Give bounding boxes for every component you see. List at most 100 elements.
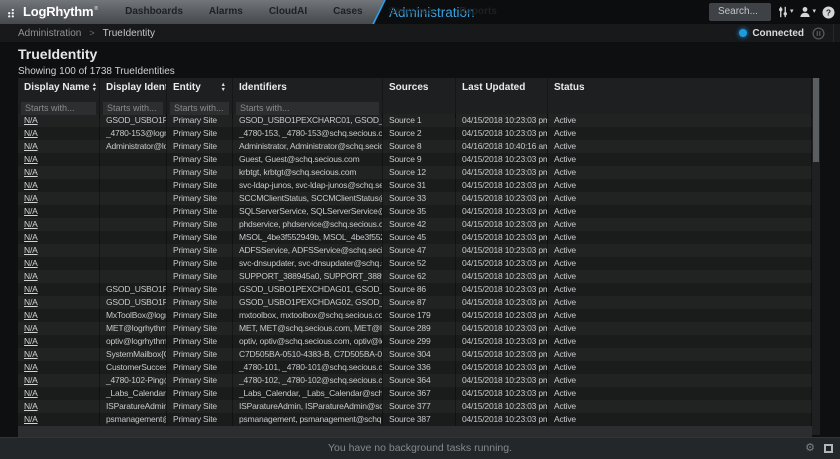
- table-row[interactable]: N/APrimary SiteMSOL_4be3f552949b, MSOL_4…: [18, 231, 812, 244]
- menu-item-searches[interactable]: Searches: [376, 0, 446, 24]
- cell-display-name[interactable]: N/A: [18, 205, 100, 218]
- cell-display-name[interactable]: N/A: [18, 322, 100, 335]
- menu-item-reports[interactable]: Reports: [446, 0, 510, 24]
- menu-item-cases[interactable]: Cases: [320, 0, 375, 24]
- column-header-display-identi[interactable]: Display Identi...▲▼: [100, 78, 167, 97]
- filter-input-display-identi[interactable]: [103, 102, 163, 115]
- main-menu: Dashboards Alarms CloudAI Cases Searches…: [112, 0, 510, 24]
- cell-display-name[interactable]: N/A: [18, 348, 100, 361]
- cell-sources: Source 179: [383, 309, 456, 322]
- table-row[interactable]: N/APrimary Sitesvc-dnsupdater, svc-dnsup…: [18, 257, 812, 270]
- column-header-entity[interactable]: Entity▲▼: [167, 78, 233, 97]
- cell-display-name[interactable]: N/A: [18, 140, 100, 153]
- cell-entity: Primary Site: [167, 218, 233, 231]
- cell-display-name[interactable]: N/A: [18, 231, 100, 244]
- table-row[interactable]: N/A_4780-153@logrh...Primary Site_4780-1…: [18, 127, 812, 140]
- cell-display-name[interactable]: N/A: [18, 374, 100, 387]
- logrhythm-logo[interactable]: LogRhythm ®: [7, 0, 98, 24]
- horizontal-scrollbar[interactable]: [18, 426, 812, 437]
- cell-identifiers: C7D505BA-0510-4383-B, C7D505BA-0510-4...: [233, 348, 383, 361]
- cell-sources: Source 387: [383, 413, 456, 426]
- help-icon[interactable]: ?: [822, 6, 835, 19]
- cell-status: Active: [548, 348, 812, 361]
- cell-identifiers: _4780-102, _4780-102@schq.secious.com, _…: [233, 374, 383, 387]
- menu-item-cloudai[interactable]: CloudAI: [256, 0, 320, 24]
- cell-status: Active: [548, 413, 812, 426]
- menu-item-dashboards[interactable]: Dashboards: [112, 0, 196, 24]
- cell-display-name[interactable]: N/A: [18, 192, 100, 205]
- cell-entity: Primary Site: [167, 244, 233, 257]
- table-row[interactable]: N/A_Labs_Calendar@...Primary Site_Labs_C…: [18, 387, 812, 400]
- cell-display-name[interactable]: N/A: [18, 309, 100, 322]
- table-row[interactable]: N/AGSOD_USBO1PEX...Primary SiteGSOD_USBO…: [18, 283, 812, 296]
- table-row[interactable]: N/APrimary Sitesvc-ldap-junos, svc-ldap-…: [18, 179, 812, 192]
- cell-display-name[interactable]: N/A: [18, 283, 100, 296]
- filter-input-entity[interactable]: [170, 102, 229, 115]
- table-row[interactable]: N/Apsmanagement@...Primary Sitepsmanagem…: [18, 413, 812, 426]
- table-row[interactable]: N/ASystemMailbox{C...Primary SiteC7D505B…: [18, 348, 812, 361]
- preferences-menu[interactable]: ▾: [777, 6, 794, 18]
- table-row[interactable]: N/APrimary SiteGuest, Guest@schq.secious…: [18, 153, 812, 166]
- cell-identifiers: SCCMClientStatus, SCCMClientStatus@schq.…: [233, 192, 383, 205]
- vertical-scrollbar[interactable]: [812, 78, 820, 435]
- filter-input-identifiers[interactable]: [236, 102, 379, 115]
- table-row[interactable]: N/AISParatureAdmin...Primary SiteISParat…: [18, 400, 812, 413]
- table-row[interactable]: N/APrimary SiteSCCMClientStatus, SCCMCli…: [18, 192, 812, 205]
- cell-display-identity: [100, 257, 167, 270]
- sort-arrows-icon[interactable]: ▲▼: [92, 83, 97, 92]
- table-row[interactable]: N/APrimary SiteADFSService, ADFSService@…: [18, 244, 812, 257]
- cell-display-name[interactable]: N/A: [18, 361, 100, 374]
- cell-entity: Primary Site: [167, 166, 233, 179]
- table-row[interactable]: N/AAdministrator@lo...Primary SiteAdmini…: [18, 140, 812, 153]
- cell-status: Active: [548, 192, 812, 205]
- table-row[interactable]: N/APrimary SiteSQLServerService, SQLServ…: [18, 205, 812, 218]
- cell-display-name[interactable]: N/A: [18, 179, 100, 192]
- table-row[interactable]: N/AGSOD_USBO1PEX...Primary SiteGSOD_USBO…: [18, 296, 812, 309]
- cell-sources: Source 304: [383, 348, 456, 361]
- gear-icon[interactable]: ⚙: [805, 443, 815, 454]
- cell-display-name[interactable]: N/A: [18, 335, 100, 348]
- cell-display-name[interactable]: N/A: [18, 127, 100, 140]
- cell-sources: Source 31: [383, 179, 456, 192]
- table-row[interactable]: N/Aoptiv@logrhythm...Primary Siteoptiv, …: [18, 335, 812, 348]
- table-row[interactable]: N/APrimary SiteSUPPORT_388945a0, SUPPORT…: [18, 270, 812, 283]
- cell-display-name[interactable]: N/A: [18, 413, 100, 426]
- cell-display-name[interactable]: N/A: [18, 387, 100, 400]
- cell-display-name[interactable]: N/A: [18, 296, 100, 309]
- table-row[interactable]: N/ACustomerSuccess...Primary Site_4780-1…: [18, 361, 812, 374]
- filter-input-display-name[interactable]: [21, 102, 96, 115]
- cell-last-updated: 04/15/2018 10:23:03 pm: [456, 270, 548, 283]
- cell-display-name[interactable]: N/A: [18, 244, 100, 257]
- breadcrumb-administration[interactable]: Administration: [18, 28, 81, 39]
- cell-display-name[interactable]: N/A: [18, 153, 100, 166]
- table-row[interactable]: N/AGSOD_USBO1PEX...Primary SiteGSOD_USBO…: [18, 114, 812, 127]
- user-menu[interactable]: ▾: [799, 6, 816, 18]
- sort-arrows-icon[interactable]: ▲▼: [221, 83, 226, 92]
- tasks-panel-icon[interactable]: [824, 444, 833, 453]
- cell-display-identity: MxToolBox@logr...: [100, 309, 167, 322]
- cell-identifiers: GSOD_USBO1PEXCHDAG01, GSOD_USBO1...: [233, 283, 383, 296]
- column-label: Last Updated: [462, 82, 525, 93]
- background-task-bar: You have no background tasks running. ⚙: [0, 437, 840, 459]
- cell-display-name[interactable]: N/A: [18, 400, 100, 413]
- cell-status: Active: [548, 218, 812, 231]
- table-row[interactable]: N/AMET@logrhythm...Primary SiteMET, MET@…: [18, 322, 812, 335]
- table-row[interactable]: N/APrimary Sitekrbtgt, krbtgt@schq.secio…: [18, 166, 812, 179]
- cell-display-name[interactable]: N/A: [18, 166, 100, 179]
- cell-status: Active: [548, 322, 812, 335]
- cell-display-name[interactable]: N/A: [18, 218, 100, 231]
- column-header-display-name[interactable]: Display Name▲▼: [18, 78, 100, 97]
- table-row[interactable]: N/APrimary Sitephdservice, phdservice@sc…: [18, 218, 812, 231]
- cell-display-name[interactable]: N/A: [18, 257, 100, 270]
- global-search-button[interactable]: Search...: [709, 3, 771, 21]
- table-row[interactable]: N/A_4780-102-Ping@...Primary Site_4780-1…: [18, 374, 812, 387]
- menu-item-alarms[interactable]: Alarms: [196, 0, 256, 24]
- cell-sources: Source 2: [383, 127, 456, 140]
- cell-display-identity: [100, 166, 167, 179]
- cell-display-name[interactable]: N/A: [18, 270, 100, 283]
- pause-updates-icon[interactable]: [812, 27, 825, 40]
- table-row[interactable]: N/AMxToolBox@logr...Primary Sitemxtoolbo…: [18, 309, 812, 322]
- cell-display-name[interactable]: N/A: [18, 114, 100, 127]
- cell-last-updated: 04/15/2018 10:23:03 pm: [456, 257, 548, 270]
- scrollbar-thumb[interactable]: [813, 78, 819, 162]
